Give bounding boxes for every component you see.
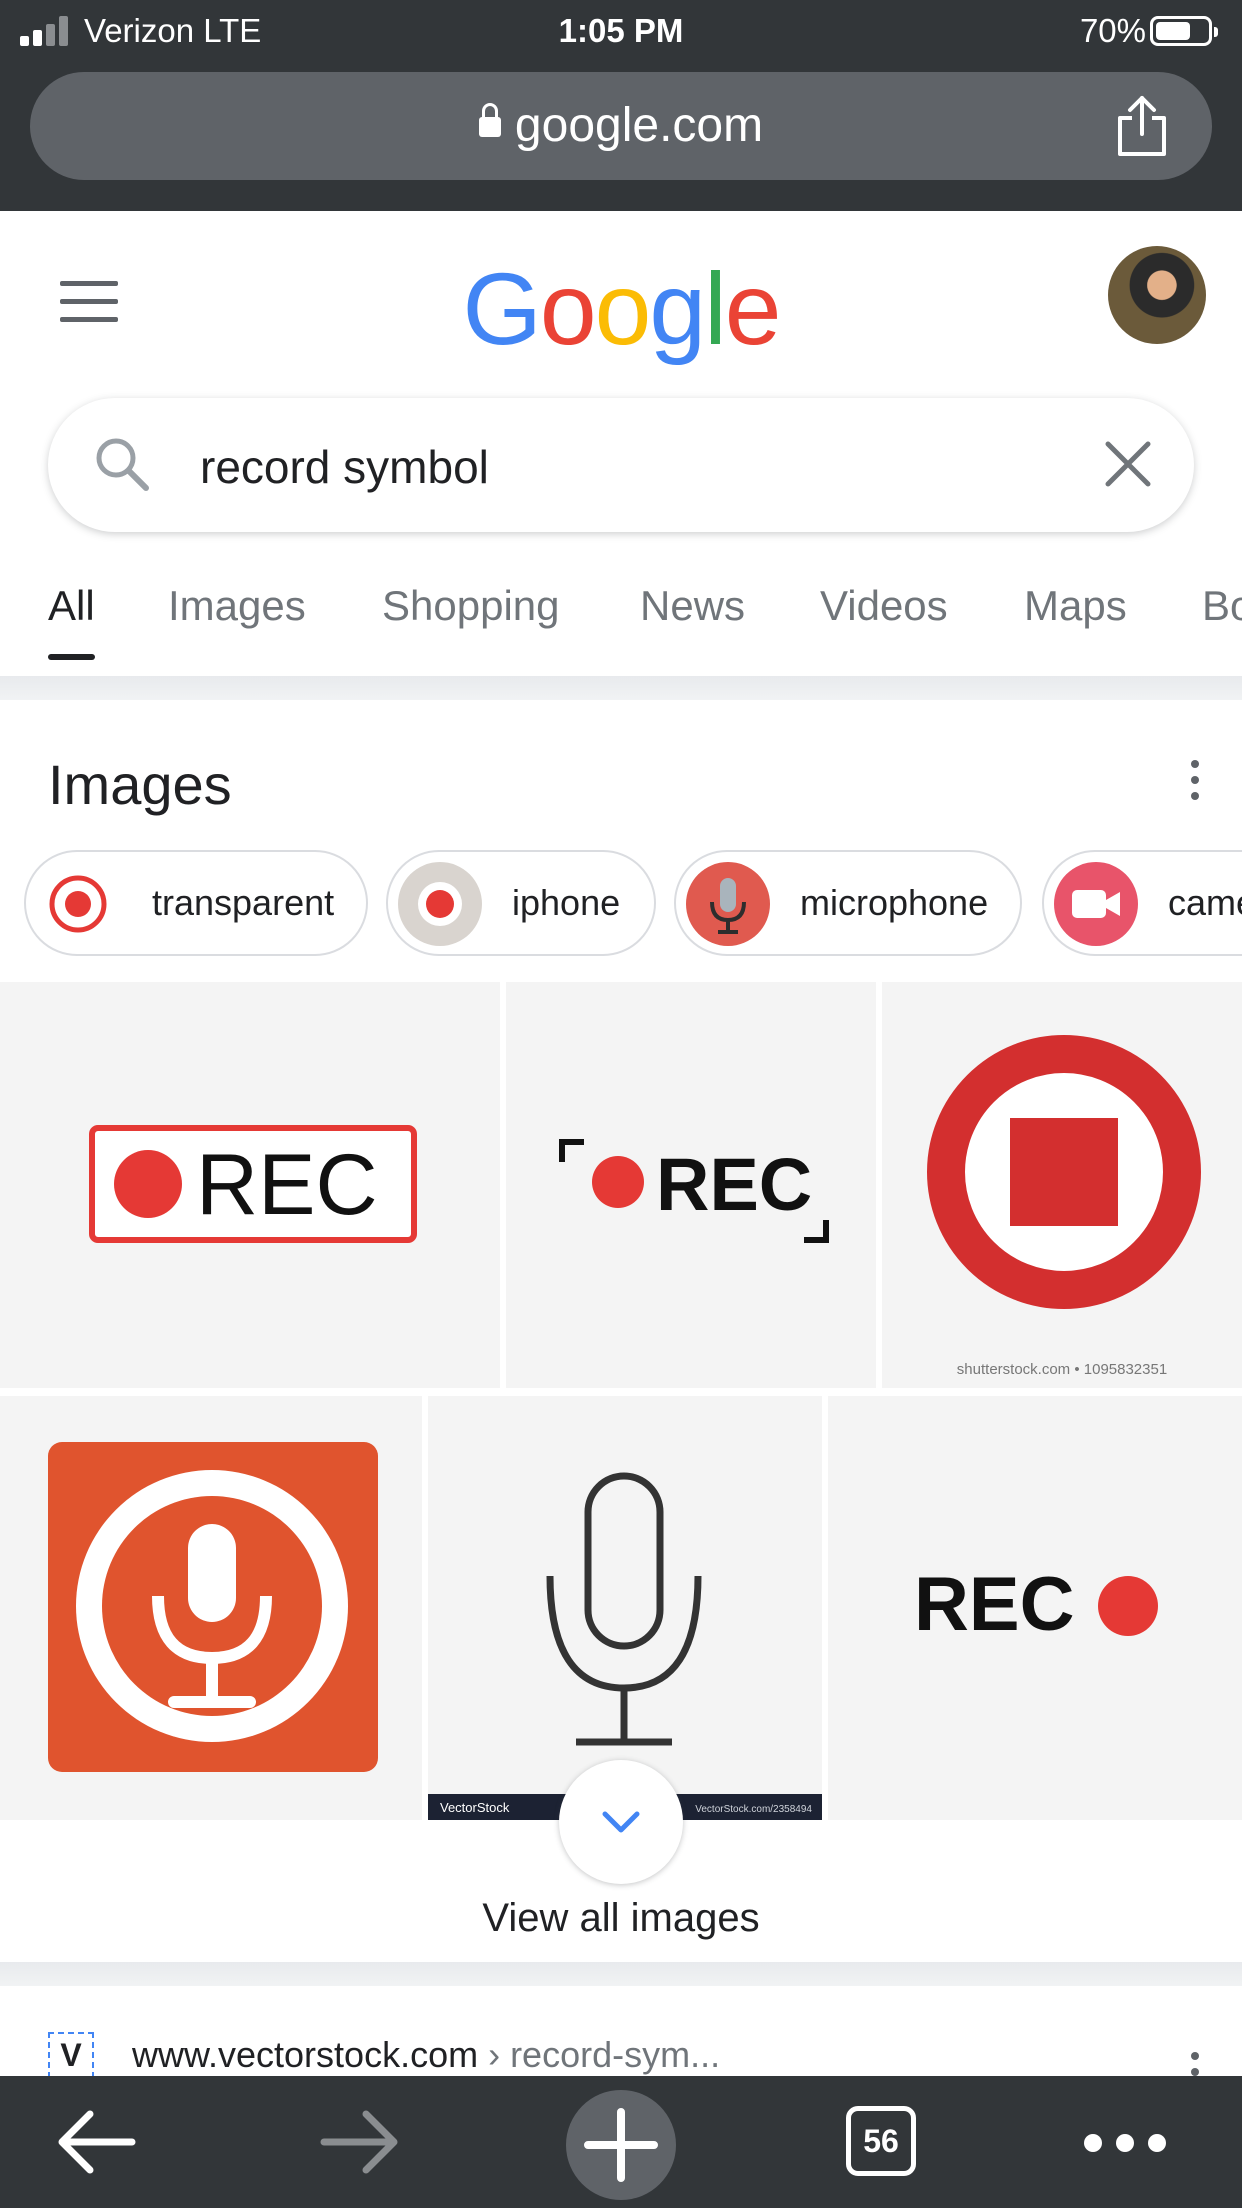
record-icon <box>36 862 120 946</box>
battery-percentage: 70% <box>1079 12 1146 49</box>
section-title: Images <box>48 753 232 816</box>
image-caption: shutterstock.com • 1095832351 <box>957 1361 1167 1378</box>
chevron-down-icon <box>602 1811 640 1833</box>
logo-letter: o <box>539 252 597 366</box>
image-result-rec-frame[interactable]: REC <box>506 982 876 1388</box>
divider <box>0 676 1242 700</box>
view-all-images-link[interactable]: View all images <box>0 1896 1242 1941</box>
address-bar[interactable]: google.com <box>30 72 1212 180</box>
image-caption: VectorStock <box>440 1800 510 1815</box>
tab-all[interactable]: All <box>48 582 95 660</box>
more-menu-icon[interactable] <box>1084 2134 1204 2152</box>
search-box[interactable]: record symbol <box>48 398 1194 532</box>
search-result[interactable]: V www.vectorstock.com › record-sym... <box>0 1986 1242 2076</box>
google-header: Google <box>0 211 1242 391</box>
divider <box>0 1962 1242 1986</box>
tab-switcher-button[interactable]: 56 <box>846 2106 916 2176</box>
image-result-mic-outline[interactable]: VectorStock VectorStock.com/2358494 <box>428 1396 822 1820</box>
logo-letter: e <box>724 252 782 366</box>
back-arrow-icon[interactable] <box>36 2076 156 2208</box>
chip-camera[interactable]: came <box>1042 850 1242 956</box>
expand-button[interactable] <box>559 1760 683 1884</box>
logo-letter: G <box>462 252 542 366</box>
plus-icon <box>584 2108 658 2182</box>
url-label: google.com <box>514 99 764 152</box>
chip-transparent[interactable]: transparent <box>24 850 368 956</box>
browser-chrome: Verizon LTE 1:05 PM 70% google.com <box>0 0 1242 211</box>
battery-icon <box>1150 16 1218 46</box>
chip-label: microphone <box>800 882 989 923</box>
share-icon[interactable] <box>1114 94 1170 158</box>
tab-maps[interactable]: Maps <box>1024 582 1127 630</box>
tab-news[interactable]: News <box>640 582 745 630</box>
rec-dot-image: REC <box>828 1396 1242 1820</box>
microphone-icon <box>686 862 770 946</box>
more-options-icon[interactable] <box>1188 2052 1200 2076</box>
chip-label: came <box>1168 882 1242 923</box>
result-site: www.vectorstock.com <box>132 2034 479 2075</box>
rec-label: REC <box>656 1143 812 1226</box>
record-button-icon <box>398 862 482 946</box>
logo-letter: g <box>649 252 706 366</box>
rec-frame-image: REC <box>506 982 876 1388</box>
tab-videos[interactable]: Videos <box>820 582 948 630</box>
new-tab-button[interactable] <box>566 2090 676 2200</box>
orange-microphone-image <box>0 1396 422 1820</box>
lock-icon <box>478 103 501 137</box>
video-camera-icon <box>1054 862 1138 946</box>
image-caption: VectorStock.com/2358494 <box>695 1804 812 1815</box>
stop-record-image: shutterstock.com • 1095832351 <box>882 982 1242 1388</box>
refinement-chips: transparent iphone microphone cam <box>0 850 1242 960</box>
image-result-rec-dot[interactable]: REC <box>828 1396 1242 1820</box>
account-avatar[interactable] <box>1108 246 1206 344</box>
tab-books[interactable]: Bo <box>1202 582 1242 630</box>
logo-letter: o <box>594 252 652 366</box>
chip-label: transparent <box>152 882 335 923</box>
forward-arrow-icon[interactable] <box>300 2076 420 2208</box>
search-input[interactable]: record symbol <box>200 440 489 494</box>
image-result-stop-button[interactable]: shutterstock.com • 1095832351 <box>882 982 1242 1388</box>
more-options-icon[interactable] <box>1188 760 1200 804</box>
status-time: 1:05 PM <box>558 12 684 49</box>
rec-image: REC <box>0 982 500 1388</box>
browser-toolbar: 56 <box>0 2076 1242 2208</box>
search-icon[interactable] <box>92 434 152 494</box>
google-logo[interactable]: Google <box>0 251 1242 368</box>
rec-label: REC <box>914 1562 1074 1647</box>
tab-images[interactable]: Images <box>168 582 306 630</box>
chip-label: iphone <box>512 882 621 923</box>
chip-iphone[interactable]: iphone <box>386 850 656 956</box>
outline-microphone-image: VectorStock VectorStock.com/2358494 <box>428 1396 822 1820</box>
images-section: Images transparent iphone microphone cam… <box>0 700 1242 1962</box>
result-url[interactable]: www.vectorstock.com › record-sym... <box>132 2034 720 2076</box>
view-all-images[interactable]: View all images <box>0 1760 1242 1962</box>
site-favicon: V <box>48 2032 94 2076</box>
result-path: › record-sym... <box>478 2034 721 2075</box>
tab-shopping[interactable]: Shopping <box>382 582 560 630</box>
logo-letter: l <box>704 252 727 366</box>
address-bar-text[interactable]: google.com <box>30 98 1212 153</box>
image-result-mic-orange[interactable] <box>0 1396 422 1820</box>
status-bar: Verizon LTE 1:05 PM 70% <box>0 0 1242 62</box>
search-tabs: All Images Shopping News Videos Maps Bo <box>0 570 1242 676</box>
rec-label: REC <box>196 1137 378 1233</box>
image-result-rec-box[interactable]: REC <box>0 982 500 1388</box>
chip-microphone[interactable]: microphone <box>674 850 1022 956</box>
close-icon[interactable] <box>1098 434 1158 494</box>
